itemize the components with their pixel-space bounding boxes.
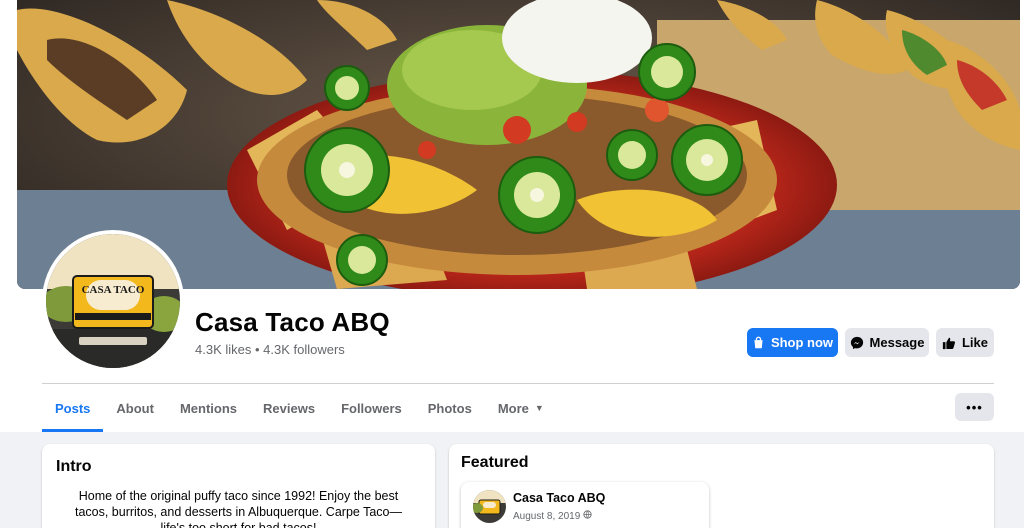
featured-card: Featured Casa Taco ABQ August 8, 2019 xyxy=(449,444,994,528)
shop-now-label: Shop now xyxy=(770,335,834,350)
profile-tabs: Posts About Mentions Reviews Followers P… xyxy=(42,384,557,432)
shop-bag-icon xyxy=(752,336,765,349)
logo-text-top: CASA TACO xyxy=(82,284,145,296)
tab-posts[interactable]: Posts xyxy=(42,384,104,432)
intro-bio: Home of the original puffy taco since 19… xyxy=(74,489,403,528)
globe-icon xyxy=(583,510,592,522)
message-label: Message xyxy=(869,335,925,350)
featured-title: Featured xyxy=(461,454,529,471)
avatar: CASA TACO xyxy=(46,234,180,368)
tab-about[interactable]: About xyxy=(103,384,167,432)
message-button[interactable]: Message xyxy=(845,328,929,357)
thumbs-up-icon xyxy=(942,336,956,350)
post-author-avatar[interactable] xyxy=(473,490,506,523)
post-date[interactable]: August 8, 2019 xyxy=(513,510,592,522)
profile-avatar[interactable]: CASA TACO xyxy=(42,230,184,372)
intro-title: Intro xyxy=(56,458,92,475)
tab-mentions[interactable]: Mentions xyxy=(167,384,250,432)
tab-photos[interactable]: Photos xyxy=(415,384,485,432)
tab-more[interactable]: More ▼ xyxy=(485,384,557,432)
likes-followers-count[interactable]: 4.3K likes • 4.3K followers xyxy=(195,342,345,357)
shop-now-button[interactable]: Shop now xyxy=(747,328,838,357)
caret-down-icon: ▼ xyxy=(534,403,544,413)
like-label: Like xyxy=(961,335,988,350)
post-author-name[interactable]: Casa Taco ABQ xyxy=(513,491,605,505)
tab-reviews[interactable]: Reviews xyxy=(250,384,328,432)
featured-post[interactable]: Casa Taco ABQ August 8, 2019 xyxy=(461,482,709,528)
messenger-icon xyxy=(850,336,864,350)
more-options-button[interactable]: ••• xyxy=(955,393,994,421)
tab-followers[interactable]: Followers xyxy=(328,384,415,432)
like-button[interactable]: Like xyxy=(936,328,994,357)
intro-card: Intro Home of the original puffy taco si… xyxy=(42,444,435,528)
cover-photo[interactable] xyxy=(17,0,1020,289)
page-title: Casa Taco ABQ xyxy=(195,307,390,337)
